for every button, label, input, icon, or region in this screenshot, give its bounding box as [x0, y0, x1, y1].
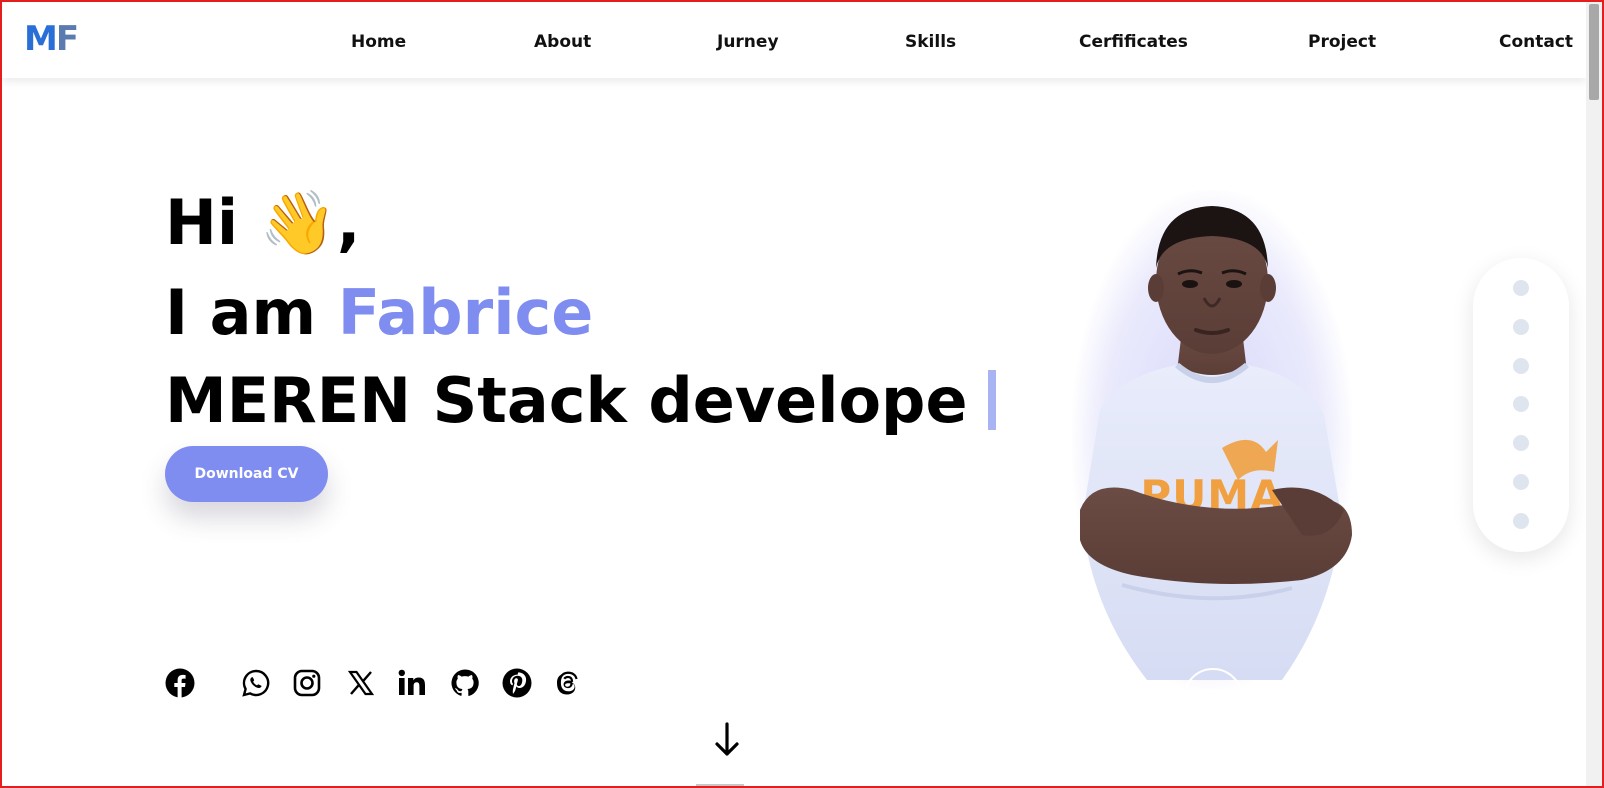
whatsapp-icon[interactable] — [241, 668, 271, 698]
nav-skills[interactable]: Skills — [905, 32, 956, 52]
nav-about[interactable]: About — [534, 32, 591, 52]
hero-intro: I am Fabrice — [165, 282, 593, 344]
person-illustration: PUMA — [1080, 206, 1352, 680]
bottom-scroll-indicator — [696, 784, 744, 787]
nav-home[interactable]: Home — [351, 32, 406, 52]
scroll-down-arrow-icon[interactable] — [712, 720, 742, 760]
section-dot-5[interactable] — [1513, 435, 1529, 451]
nav-jurney[interactable]: Jurney — [717, 32, 779, 52]
threads-icon[interactable] — [552, 668, 582, 698]
section-dot-1[interactable] — [1513, 280, 1529, 296]
hero-intro-prefix: I am — [165, 276, 317, 349]
x-icon[interactable] — [346, 668, 376, 698]
section-dot-4[interactable] — [1513, 396, 1529, 412]
hero-greeting: Hi 👋, — [165, 186, 361, 259]
hero-name: Fabrice — [337, 276, 594, 349]
photo-accent-ring — [1183, 668, 1243, 698]
instagram-icon[interactable] — [292, 668, 322, 698]
nav-certificates[interactable]: Cerfificates — [1079, 32, 1188, 52]
linkedin-icon[interactable] — [397, 668, 427, 698]
site-header: MF Home About Jurney Skills Cerfificates… — [2, 2, 1586, 78]
section-dot-2[interactable] — [1513, 319, 1529, 335]
logo[interactable]: MF — [24, 19, 79, 59]
nav-contact[interactable]: Contact — [1499, 32, 1573, 52]
pinterest-icon[interactable] — [502, 668, 532, 698]
section-dot-3[interactable] — [1513, 358, 1529, 374]
logo-letter-m: M — [24, 19, 58, 59]
profile-photo: PUMA — [1052, 190, 1372, 690]
section-dots-nav — [1473, 258, 1569, 552]
download-cv-button[interactable]: Download CV — [165, 446, 328, 502]
hero-role-line: MEREN Stack develope — [165, 370, 996, 432]
github-icon[interactable] — [450, 668, 480, 698]
hero-role: MEREN Stack develope — [165, 364, 968, 437]
facebook-icon[interactable] — [165, 668, 195, 698]
section-dot-6[interactable] — [1513, 474, 1529, 490]
scrollbar[interactable] — [1586, 2, 1602, 786]
typing-caret — [987, 370, 996, 430]
nav-project[interactable]: Project — [1308, 32, 1376, 52]
section-dot-7[interactable] — [1513, 513, 1529, 529]
scrollbar-thumb[interactable] — [1589, 4, 1599, 100]
logo-letter-f: F — [55, 19, 79, 59]
